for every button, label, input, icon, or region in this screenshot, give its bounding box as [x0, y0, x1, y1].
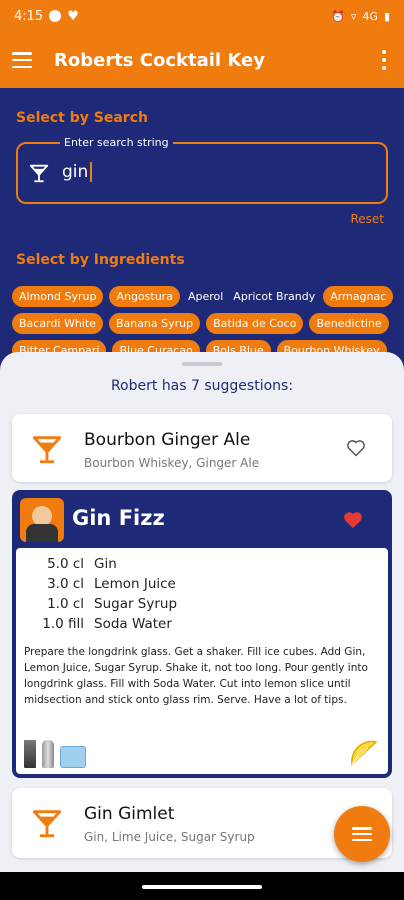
recipe-amount: 3.0 cl — [47, 576, 84, 592]
recipe-ingredient: Sugar Syrup — [94, 596, 178, 612]
ingredient-chip[interactable]: Banana Syrup — [108, 313, 201, 334]
favorite-filled-icon[interactable] — [342, 510, 364, 530]
cocktail-glass-icon — [32, 810, 62, 838]
cocktail-glass-icon — [32, 436, 62, 464]
recipe-list: 5.0 cl Gin 3.0 cl Lemon Juice 1.0 cl Sugar … — [30, 554, 177, 634]
battery-icon: ▮ — [383, 9, 390, 23]
ingredient-chip[interactable]: Angostura — [109, 286, 180, 307]
network-label: 4G — [362, 9, 378, 23]
recipe-row: 3.0 cl Lemon Juice — [30, 574, 177, 594]
cocktail-card-expanded[interactable]: Gin Fizz 5.0 cl Gin 3.0 cl Lemon Juice 1.0… — [12, 490, 392, 778]
recipe-row: 5.0 cl Gin — [30, 554, 177, 574]
more-options-icon[interactable] — [376, 50, 392, 70]
search-input[interactable]: gin — [62, 162, 93, 182]
shaker-icon — [42, 740, 54, 768]
recipe-instructions: Prepare the longdrink glass. Get a shake… — [24, 646, 368, 706]
wifi-icon: ▿ — [350, 9, 357, 23]
ice-cubes-icon — [60, 746, 86, 768]
recipe-panel: 5.0 cl Gin 3.0 cl Lemon Juice 1.0 cl Sugar … — [16, 548, 388, 774]
recipe-ingredient: Lemon Juice — [94, 576, 176, 592]
favorite-outline-icon[interactable] — [346, 438, 366, 458]
hamburger-menu-icon[interactable] — [12, 52, 32, 68]
search-field-label: Enter search string — [60, 136, 173, 149]
ingredient-chip[interactable]: Armagnac — [323, 286, 394, 307]
recipe-row: 1.0 fill Soda Water — [30, 614, 177, 634]
app-title: Roberts Cocktail Key — [54, 49, 265, 71]
cocktail-name: Gin Fizz — [72, 506, 165, 530]
ingredient-chip[interactable]: Benedictine — [309, 313, 389, 334]
ingredient-chip[interactable]: Batida de Coco — [206, 313, 304, 334]
reset-button[interactable]: Reset — [350, 212, 384, 226]
system-nav-bar — [0, 872, 404, 900]
menu-icon — [352, 827, 372, 841]
ingredient-chip[interactable]: Bacardi White — [12, 313, 103, 334]
app-notification-icon — [49, 10, 62, 22]
ingredients-section-label: Select by Ingredients — [16, 252, 185, 268]
alarm-icon: ⏰ — [331, 9, 345, 23]
ingredient-chip[interactable]: Almond Syrup — [12, 286, 104, 307]
suggestions-header: Robert has 7 suggestions: — [110, 378, 294, 394]
recipe-row: 1.0 cl Sugar Syrup — [30, 594, 177, 614]
heart-notification-icon: ♥ — [67, 8, 79, 24]
home-gesture-handle[interactable] — [142, 885, 262, 889]
app-bar: Roberts Cocktail Key — [0, 32, 404, 88]
ingredient-chip[interactable]: Aperol — [186, 286, 225, 307]
status-bar: 4:15 ♥ ⏰ ▿ 4G ▮ — [0, 0, 404, 32]
cocktail-card[interactable]: Bourbon Ginger Ale Bourbon Whiskey, Ging… — [12, 414, 392, 482]
longdrink-glass-icon — [24, 740, 36, 768]
recipe-amount: 1.0 cl — [47, 596, 84, 612]
sheet-drag-handle[interactable] — [182, 362, 222, 366]
suggestions-sheet[interactable]: Robert has 7 suggestions: Bourbon Ginger… — [0, 352, 404, 872]
cocktail-ingredients: Gin, Lime Juice, Sugar Syrup — [84, 830, 255, 844]
status-time: 4:15 — [14, 8, 44, 24]
recipe-amount: 5.0 cl — [47, 556, 84, 572]
bartender-avatar — [20, 498, 64, 542]
cocktail-name: Bourbon Ginger Ale — [84, 430, 251, 450]
recipe-amount: 1.0 fill — [42, 616, 84, 632]
cocktail-ingredients: Bourbon Whiskey, Ginger Ale — [84, 456, 260, 470]
cocktail-name: Gin Gimlet — [84, 804, 175, 824]
recipe-ingredient: Soda Water — [94, 616, 172, 632]
ingredient-chip[interactable]: Apricot Brandy — [231, 286, 317, 307]
cocktail-glass-icon — [29, 164, 49, 183]
menu-fab-button[interactable] — [334, 806, 390, 862]
recipe-ingredient: Gin — [94, 556, 117, 572]
bar-tools — [24, 740, 86, 768]
lemon-slice-icon — [351, 740, 378, 766]
search-section-label: Select by Search — [16, 110, 148, 126]
